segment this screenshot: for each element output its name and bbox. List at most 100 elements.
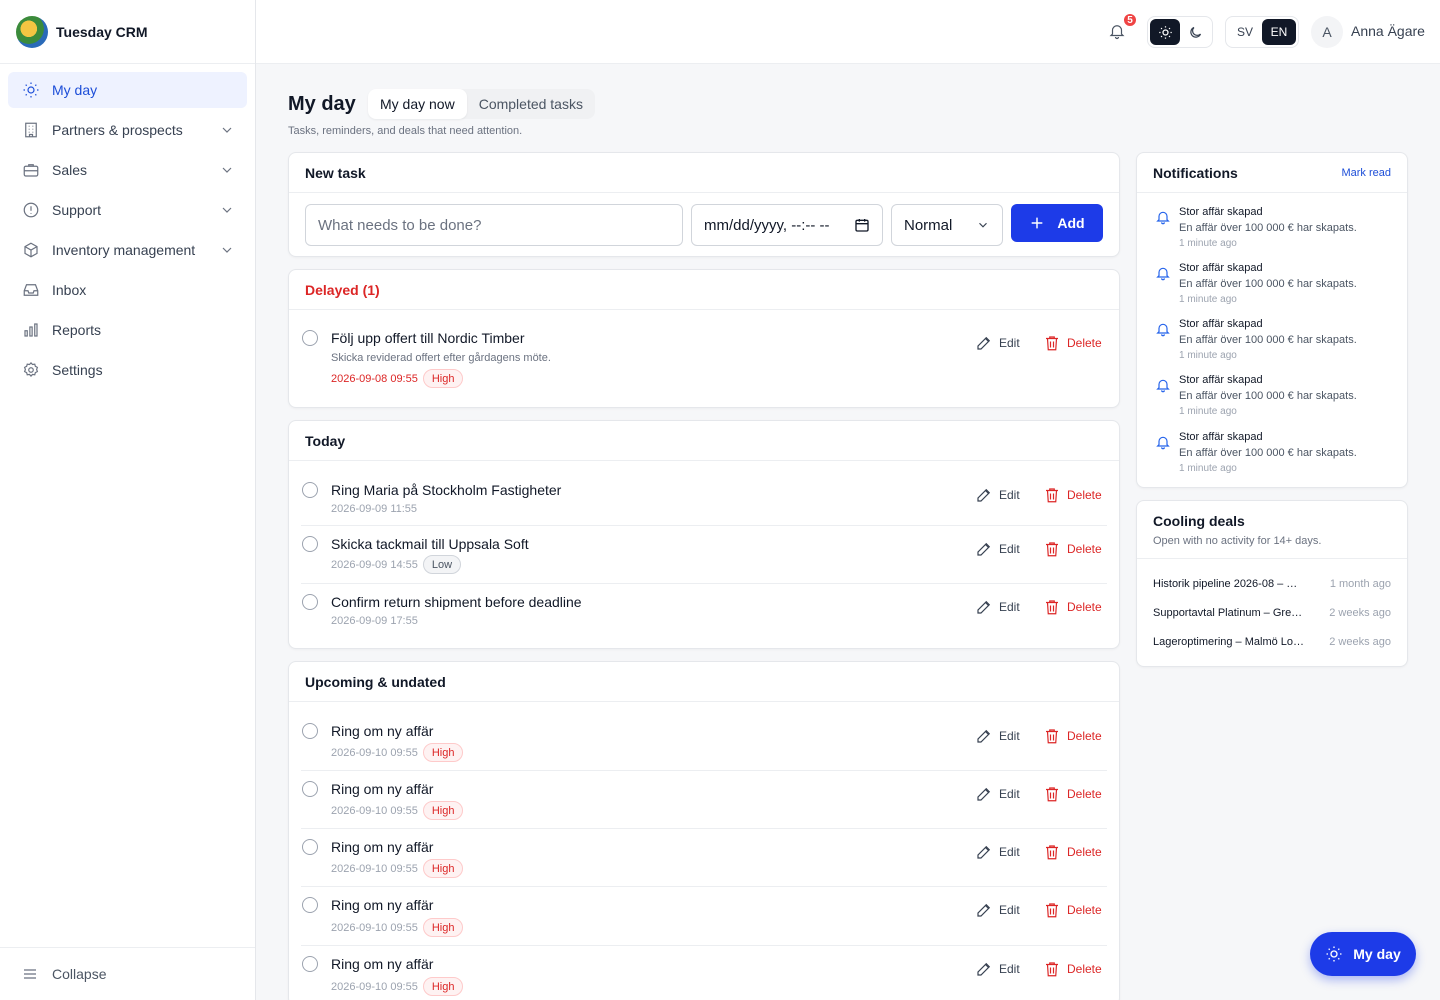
collapse-label: Collapse xyxy=(52,966,107,982)
avatar[interactable]: A xyxy=(1311,16,1343,48)
edit-task-button[interactable]: Edit xyxy=(975,334,1020,352)
task-due-date-input[interactable]: mm/dd/yyyy, --:-- -- xyxy=(691,204,883,246)
delete-task-button[interactable]: Delete xyxy=(1043,785,1102,803)
task-complete-checkbox[interactable] xyxy=(302,330,318,346)
task-title-input[interactable] xyxy=(305,204,683,246)
task-complete-checkbox[interactable] xyxy=(302,956,318,972)
task-title[interactable]: Ring om ny affär xyxy=(331,839,433,855)
upcoming-tasks-card: Upcoming & undated Ring om ny affär 2026… xyxy=(288,661,1120,1000)
cooling-deal-item[interactable]: Historik pipeline 2026-08 – … 1 month ag… xyxy=(1153,574,1391,594)
upcoming-heading: Upcoming & undated xyxy=(289,662,1119,702)
task-complete-checkbox[interactable] xyxy=(302,482,318,498)
collapse-button[interactable]: Collapse xyxy=(0,947,255,1000)
delete-label: Delete xyxy=(1067,336,1102,350)
bell-icon xyxy=(1156,323,1170,337)
edit-label: Edit xyxy=(999,962,1020,976)
task-title[interactable]: Skicka tackmail till Uppsala Soft xyxy=(331,536,529,552)
task-complete-checkbox[interactable] xyxy=(302,897,318,913)
briefcase-icon xyxy=(23,164,39,177)
task-title[interactable]: Ring Maria på Stockholm Fastigheter xyxy=(331,482,561,498)
mark-read-button[interactable]: Mark read xyxy=(1341,167,1391,179)
delete-task-button[interactable]: Delete xyxy=(1043,486,1102,504)
edit-task-button[interactable]: Edit xyxy=(975,727,1020,745)
add-task-label: Add xyxy=(1057,215,1085,231)
sidebar-item-sales[interactable]: Sales xyxy=(8,152,247,188)
task-title[interactable]: Ring om ny affär xyxy=(331,956,433,972)
sidebar-item-my-day[interactable]: My day xyxy=(8,72,247,108)
sun-icon xyxy=(1326,946,1342,962)
notification-item[interactable]: Stor affär skapad En affär över 100 000 … xyxy=(1153,318,1391,368)
deal-name: Historik pipeline 2026-08 – … xyxy=(1153,578,1298,590)
my-day-fab[interactable]: My day xyxy=(1310,932,1416,976)
sidebar-item-label: Partners & prospects xyxy=(52,122,183,138)
priority-badge: High xyxy=(422,977,464,996)
edit-task-button[interactable]: Edit xyxy=(975,960,1020,978)
priority-badge: High xyxy=(422,918,464,937)
cooling-deal-item[interactable]: Supportavtal Platinum – Gre… 2 weeks ago xyxy=(1153,603,1391,623)
delete-task-button[interactable]: Delete xyxy=(1043,727,1102,745)
notifications-card: Notifications Mark read Stor affär skapa… xyxy=(1136,152,1408,488)
user-name[interactable]: Anna Ägare xyxy=(1351,23,1425,39)
delete-task-button[interactable]: Delete xyxy=(1043,540,1102,558)
notification-item[interactable]: Stor affär skapad En affär över 100 000 … xyxy=(1153,374,1391,424)
add-task-button[interactable]: Add xyxy=(1011,204,1103,242)
page-tabs: My day now Completed tasks xyxy=(368,89,595,119)
edit-task-button[interactable]: Edit xyxy=(975,785,1020,803)
brand[interactable]: Tuesday CRM xyxy=(0,0,255,64)
task-title[interactable]: Confirm return shipment before deadline xyxy=(331,594,582,610)
notifications-heading: Notifications xyxy=(1153,164,1238,181)
task-title[interactable]: Ring om ny affär xyxy=(331,897,433,913)
edit-label: Edit xyxy=(999,903,1020,917)
pencil-icon xyxy=(977,962,991,976)
delete-task-button[interactable]: Delete xyxy=(1043,960,1102,978)
notification-item[interactable]: Stor affär skapad En affär över 100 000 … xyxy=(1153,206,1391,256)
task-title[interactable]: Ring om ny affär xyxy=(331,723,433,739)
task-title[interactable]: Följ upp offert till Nordic Timber xyxy=(331,330,524,346)
task-complete-checkbox[interactable] xyxy=(302,594,318,610)
lang-en-button[interactable]: EN xyxy=(1262,19,1296,45)
task-complete-checkbox[interactable] xyxy=(302,839,318,855)
task-row: Följ upp offert till Nordic Timber Skick… xyxy=(301,311,1107,407)
edit-label: Edit xyxy=(999,600,1020,614)
tab-my-day-now[interactable]: My day now xyxy=(368,89,467,119)
trash-icon xyxy=(1046,903,1058,918)
delete-task-button[interactable]: Delete xyxy=(1043,598,1102,616)
app-logo xyxy=(16,15,48,48)
sidebar-item-inbox[interactable]: Inbox xyxy=(8,272,247,308)
task-complete-checkbox[interactable] xyxy=(302,781,318,797)
cooling-deal-item[interactable]: Lageroptimering – Malmö Lo… 2 weeks ago xyxy=(1153,632,1391,652)
task-complete-checkbox[interactable] xyxy=(302,536,318,552)
delete-label: Delete xyxy=(1067,600,1102,614)
pencil-icon xyxy=(977,729,991,743)
edit-task-button[interactable]: Edit xyxy=(975,540,1020,558)
bell-icon xyxy=(1156,379,1170,393)
sidebar-item-settings[interactable]: Settings xyxy=(8,352,247,388)
lang-sv-button[interactable]: SV xyxy=(1228,19,1262,45)
task-meta: 2026-09-10 09:55 High xyxy=(331,801,464,820)
calendar-icon[interactable] xyxy=(854,217,870,233)
priority-select[interactable]: Normal xyxy=(891,204,1003,246)
new-task-heading: New task xyxy=(289,153,1119,193)
task-due-date: 2026-09-10 09:55 xyxy=(331,746,418,759)
delete-task-button[interactable]: Delete xyxy=(1043,843,1102,861)
dark-theme-button[interactable] xyxy=(1180,19,1210,45)
sidebar-item-partners[interactable]: Partners & prospects xyxy=(8,112,247,148)
pencil-icon xyxy=(977,787,991,801)
delete-task-button[interactable]: Delete xyxy=(1043,334,1102,352)
edit-task-button[interactable]: Edit xyxy=(975,598,1020,616)
sidebar-item-inventory[interactable]: Inventory management xyxy=(8,232,247,268)
light-theme-button[interactable] xyxy=(1150,19,1180,45)
sidebar-item-support[interactable]: Support xyxy=(8,192,247,228)
task-complete-checkbox[interactable] xyxy=(302,723,318,739)
edit-task-button[interactable]: Edit xyxy=(975,901,1020,919)
edit-task-button[interactable]: Edit xyxy=(975,843,1020,861)
tab-completed-tasks[interactable]: Completed tasks xyxy=(467,89,595,119)
sidebar-item-reports[interactable]: Reports xyxy=(8,312,247,348)
notification-item[interactable]: Stor affär skapad En affär över 100 000 … xyxy=(1153,262,1391,312)
notification-item[interactable]: Stor affär skapad En affär över 100 000 … xyxy=(1153,431,1391,481)
chevron-down-icon xyxy=(222,127,232,133)
edit-task-button[interactable]: Edit xyxy=(975,486,1020,504)
delete-task-button[interactable]: Delete xyxy=(1043,901,1102,919)
task-title[interactable]: Ring om ny affär xyxy=(331,781,433,797)
task-due-date: 2026-09-09 11:55 xyxy=(331,503,418,515)
